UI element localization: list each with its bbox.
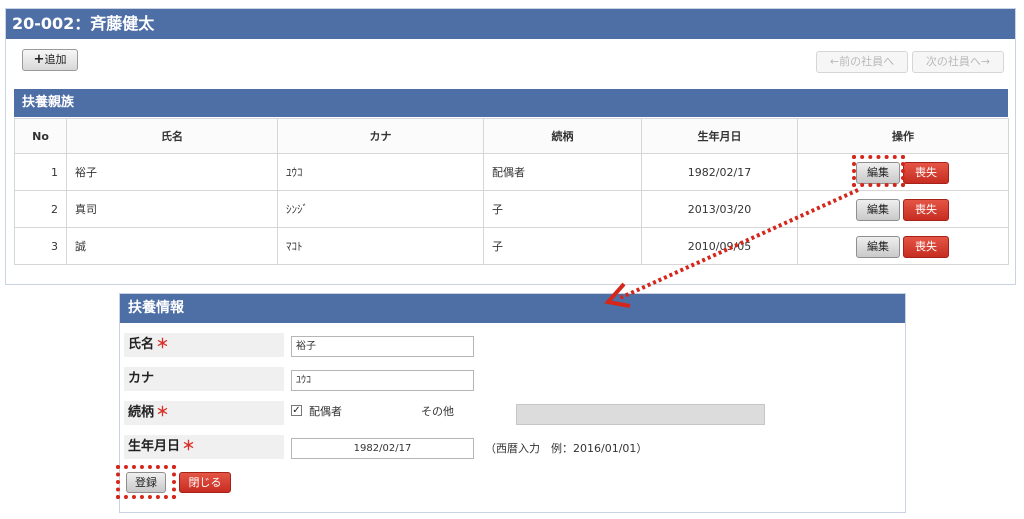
- callout-arrow-icon: [604, 188, 859, 308]
